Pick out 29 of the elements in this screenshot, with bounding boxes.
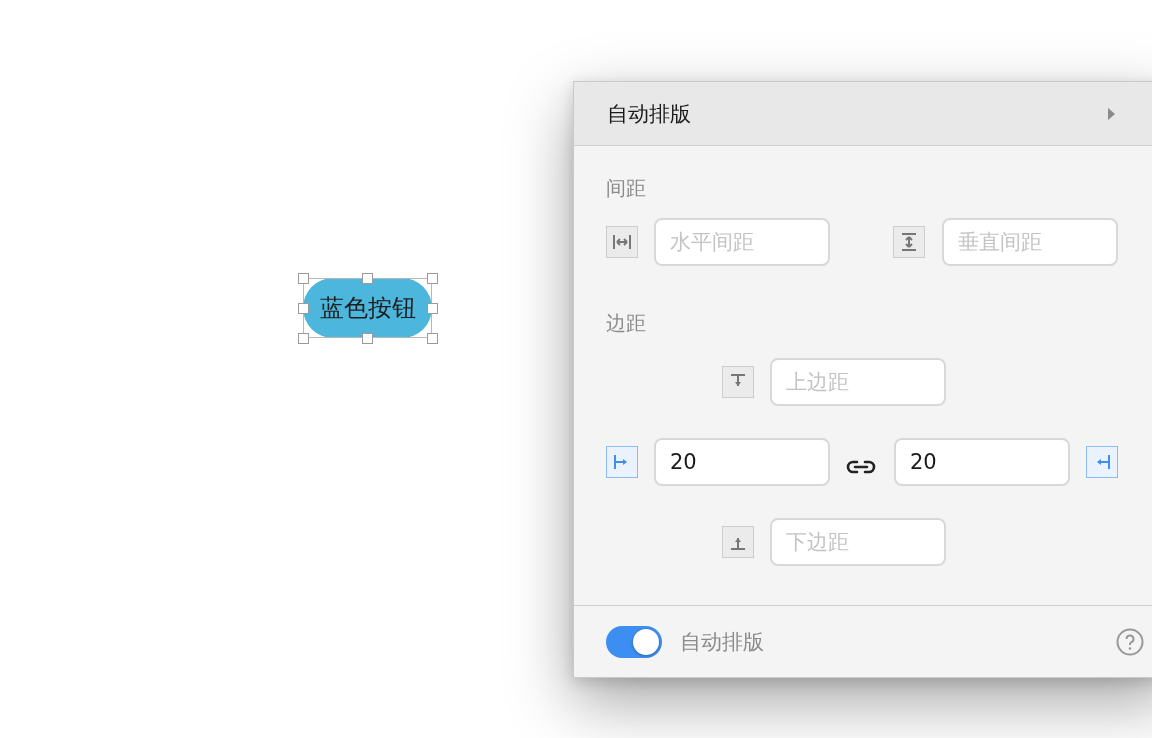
left-margin-icon[interactable]: [606, 446, 638, 478]
section-label: 间距: [606, 175, 647, 202]
resize-handle[interactable]: [362, 332, 373, 344]
resize-handle[interactable]: [426, 332, 438, 344]
top-margin-icon[interactable]: [722, 366, 754, 398]
link-icon[interactable]: [845, 459, 877, 475]
resize-handle[interactable]: [426, 302, 438, 314]
panel-title: 自动排版: [607, 100, 692, 128]
vertical-spacing-icon[interactable]: [893, 226, 925, 258]
resize-handle[interactable]: [362, 272, 373, 284]
section-label: 边距: [606, 310, 647, 337]
toggle-switch[interactable]: [606, 625, 662, 658]
left-margin-field[interactable]: 20: [654, 438, 830, 486]
right-margin-field[interactable]: 20: [894, 438, 1070, 486]
resize-handle[interactable]: [297, 302, 309, 314]
help-icon[interactable]: [1116, 627, 1144, 656]
toggle-label: 自动排版: [680, 628, 765, 656]
top-margin-field[interactable]: 上边距: [770, 358, 946, 406]
resize-handle[interactable]: [297, 272, 309, 284]
resize-handle[interactable]: [297, 332, 309, 344]
horizontal-spacing-icon[interactable]: [606, 226, 638, 258]
expand-arrow-icon[interactable]: [1108, 107, 1115, 120]
bottom-margin-field[interactable]: 下边距: [770, 518, 946, 566]
resize-handle[interactable]: [426, 272, 438, 284]
bottom-margin-icon[interactable]: [722, 526, 754, 558]
vertical-spacing-field[interactable]: 垂直间距: [942, 218, 1118, 266]
canvas-button[interactable]: 蓝色按钮: [303, 278, 432, 338]
right-margin-icon[interactable]: [1086, 446, 1118, 478]
horizontal-spacing-field[interactable]: 水平间距: [654, 218, 830, 266]
